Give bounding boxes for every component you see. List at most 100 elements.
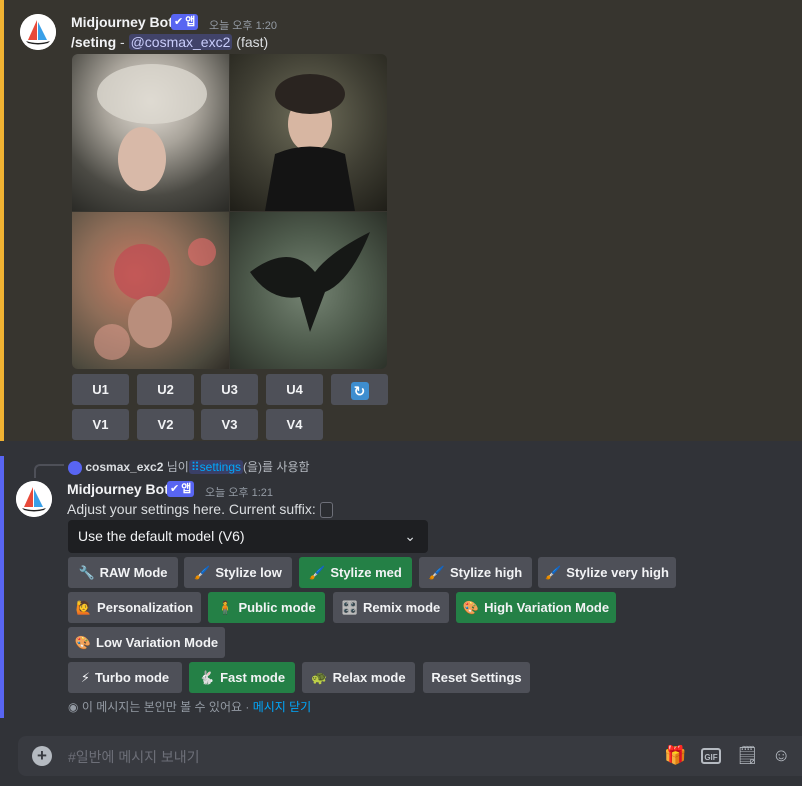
wrench-icon: 🔧 <box>78 565 95 580</box>
refresh-icon: ↻ <box>350 381 369 400</box>
reply-username[interactable]: cosmax_exc2 <box>85 460 163 474</box>
emoji-icon[interactable]: ☺ <box>772 745 790 766</box>
stylize-med-button[interactable]: 🖌️ Stylize med <box>299 557 412 588</box>
upscale-button-3[interactable]: U3 <box>201 374 258 405</box>
reroll-button[interactable]: ↻ <box>331 374 388 405</box>
check-icon: ✔ <box>170 483 180 495</box>
paintbrush-icon: 🖌️ <box>194 565 211 580</box>
variation-button-1[interactable]: V1 <box>72 409 129 440</box>
reply-connector <box>34 464 64 478</box>
button-label: RAW Mode <box>99 565 168 580</box>
reset-settings-button[interactable]: Reset Settings <box>423 662 530 693</box>
variation-button-2[interactable]: V2 <box>137 409 194 440</box>
plus-icon[interactable]: + <box>32 746 52 766</box>
button-label: Stylize very high <box>566 565 669 580</box>
app-badge-2: ✔ 앱 <box>167 481 195 497</box>
stylize-low-button[interactable]: 🖌️ Stylize low <box>184 557 292 588</box>
button-label: Stylize med <box>330 565 402 580</box>
bot-name[interactable]: Midjourney Bot <box>71 14 173 30</box>
reply-text: 님이 <box>166 460 189 474</box>
command-line: /seting - @cosmax_exc2 (fast) <box>71 34 268 50</box>
control-knobs-icon: 🎛️ <box>341 600 358 615</box>
upscale-button-1[interactable]: U1 <box>72 374 129 405</box>
settings-description: Adjust your settings here. Current suffi… <box>67 501 333 519</box>
low-variation-mode-button[interactable]: 🎨 Low Variation Mode <box>68 627 225 658</box>
palette-icon: 🎨 <box>74 635 92 650</box>
paintbrush-icon: 🖌️ <box>309 565 326 580</box>
lightning-icon: ⚡ <box>80 670 90 685</box>
chevron-down-icon: ⌄ <box>404 528 416 544</box>
discord-icon <box>68 460 82 475</box>
rabbit-icon: 🐇 <box>198 670 216 685</box>
stylize-high-button[interactable]: 🖌️ Stylize high <box>419 557 532 588</box>
button-label: Public mode <box>238 600 316 615</box>
personalization-button[interactable]: 🙋 Personalization <box>68 592 201 623</box>
ephemeral-text: 이 메시지는 본인만 볼 수 있어요 · <box>81 700 253 714</box>
gift-icon[interactable]: 🎁 <box>664 745 686 766</box>
command-name: settings <box>199 460 242 474</box>
stylize-very-high-button[interactable]: 🖌️ Stylize very high <box>538 557 676 588</box>
bot-name-2[interactable]: Midjourney Bot <box>67 481 169 497</box>
palette-icon: 🎨 <box>462 600 480 615</box>
turbo-mode-button[interactable]: ⚡ Turbo mode <box>68 662 182 693</box>
settings-text: Adjust your settings here. Current suffi… <box>67 501 316 517</box>
upscale-button-4[interactable]: U4 <box>266 374 323 405</box>
person-raising-hand-icon: 🙋 <box>75 600 93 615</box>
badge-label: 앱 <box>181 483 192 495</box>
turtle-icon: 🐢 <box>311 670 328 685</box>
message-highlighted: Midjourney Bot ✔ 앱 오늘 오후 1:20 /seting - @… <box>0 0 802 441</box>
remix-mode-button[interactable]: 🎛️ Remix mode <box>333 592 449 623</box>
variation-button-4[interactable]: V4 <box>266 409 323 440</box>
image-tile-3[interactable] <box>72 212 229 369</box>
dismiss-message-link[interactable]: 메시지 닫기 <box>253 700 312 714</box>
check-icon: ✔ <box>174 16 184 28</box>
button-label: Relax mode <box>332 670 406 685</box>
image-tile-1[interactable] <box>72 54 229 211</box>
speed-label: (fast) <box>236 34 269 50</box>
public-mode-button[interactable]: 🧍 Public mode <box>208 592 325 623</box>
separator: - <box>116 34 129 50</box>
command-text: /seting <box>71 34 117 50</box>
image-tile-4[interactable] <box>230 212 387 369</box>
button-label: Turbo mode <box>95 670 170 685</box>
raw-mode-button[interactable]: 🔧 RAW Mode <box>68 557 178 588</box>
message-composer[interactable]: + #일반에 메시지 보내기 🎁 GIF 🗒 ☺ <box>18 736 802 776</box>
image-tile-2[interactable] <box>230 54 387 211</box>
reply-header: cosmax_exc2 님이 ⠿settings (을)를 사용함 <box>68 458 310 475</box>
paintbrush-icon: 🖌️ <box>428 565 445 580</box>
badge-label: 앱 <box>185 16 196 28</box>
button-label: Personalization <box>97 600 194 615</box>
relax-mode-button[interactable]: 🐢 Relax mode <box>302 662 415 693</box>
timestamp: 오늘 오후 1:20 <box>209 20 278 32</box>
model-select-value: Use the default model (V6) <box>78 528 245 544</box>
fast-mode-button[interactable]: 🐇 Fast mode <box>189 662 295 693</box>
button-label: Remix mode <box>362 600 441 615</box>
reply-text-after: (을)를 사용함 <box>243 460 310 474</box>
button-label: Fast mode <box>220 670 286 685</box>
person-standing-icon: 🧍 <box>217 600 234 615</box>
midjourney-avatar-2[interactable] <box>16 481 52 517</box>
button-label: Low Variation Mode <box>96 635 219 650</box>
gif-icon[interactable]: GIF <box>701 748 721 764</box>
timestamp-2: 오늘 오후 1:21 <box>205 487 274 499</box>
slash-icon: ⠿ <box>190 460 200 474</box>
midjourney-avatar[interactable] <box>20 14 56 50</box>
button-label: High Variation Mode <box>484 600 610 615</box>
button-label: Reset Settings <box>431 670 522 685</box>
settings-command-link[interactable]: ⠿settings <box>188 460 244 474</box>
ephemeral-note: ◉ 이 메시지는 본인만 볼 수 있어요 · 메시지 닫기 <box>68 698 311 715</box>
user-mention[interactable]: @cosmax_exc2 <box>128 34 233 50</box>
high-variation-mode-button[interactable]: 🎨 High Variation Mode <box>456 592 616 623</box>
paintbrush-icon: 🖌️ <box>545 565 562 580</box>
button-label: Stylize low <box>215 565 282 580</box>
button-label: Stylize high <box>449 565 523 580</box>
app-badge: ✔ 앱 <box>171 14 199 30</box>
variation-button-3[interactable]: V3 <box>201 409 258 440</box>
sticker-icon[interactable]: 🗒 <box>736 745 759 766</box>
message-input-placeholder[interactable]: #일반에 메시지 보내기 <box>68 747 200 767</box>
model-select[interactable]: Use the default model (V6) ⌄ <box>68 520 428 553</box>
image-grid[interactable] <box>72 54 387 369</box>
suffix-box <box>319 502 333 519</box>
upscale-button-2[interactable]: U2 <box>137 374 194 405</box>
eye-icon: ◉ <box>68 700 79 714</box>
